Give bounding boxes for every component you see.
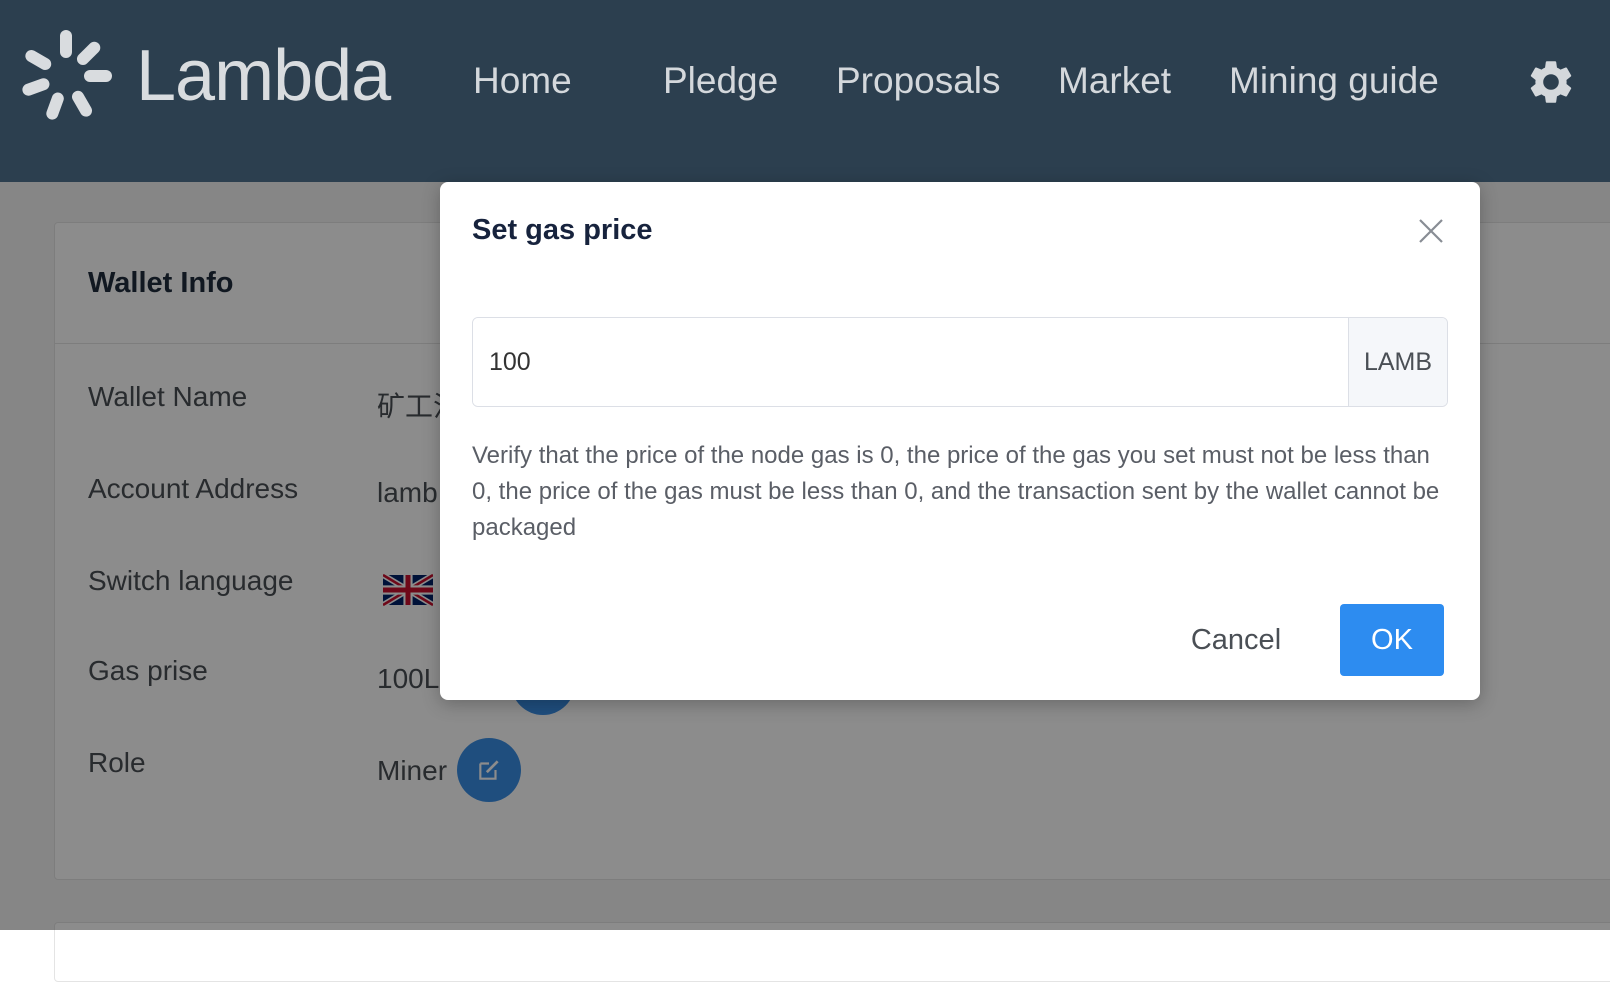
secondary-card: [54, 922, 1610, 982]
logo-text: Lambda: [136, 36, 391, 116]
gas-price-input[interactable]: [473, 318, 1348, 406]
gas-price-input-group: LAMB: [472, 317, 1448, 407]
input-suffix-unit: LAMB: [1348, 318, 1447, 406]
nav-pledge[interactable]: Pledge: [663, 60, 778, 102]
ok-button[interactable]: OK: [1340, 604, 1444, 676]
cancel-button[interactable]: Cancel: [1176, 604, 1296, 676]
set-gas-price-modal: Set gas price LAMB Verify that the price…: [440, 182, 1480, 700]
top-navbar: Lambda Home Pledge Proposals Market Mini…: [0, 0, 1610, 182]
nav-home[interactable]: Home: [473, 60, 572, 102]
logo[interactable]: Lambda: [16, 26, 391, 126]
nav-proposals[interactable]: Proposals: [836, 60, 1001, 102]
lambda-logo-icon: [22, 30, 112, 120]
modal-title: Set gas price: [472, 214, 653, 246]
close-icon[interactable]: [1418, 218, 1444, 244]
nav-mining-guide[interactable]: Mining guide: [1229, 60, 1439, 102]
nav-market[interactable]: Market: [1058, 60, 1171, 102]
modal-description: Verify that the price of the node gas is…: [472, 442, 1440, 541]
gear-icon[interactable]: [1525, 56, 1577, 108]
